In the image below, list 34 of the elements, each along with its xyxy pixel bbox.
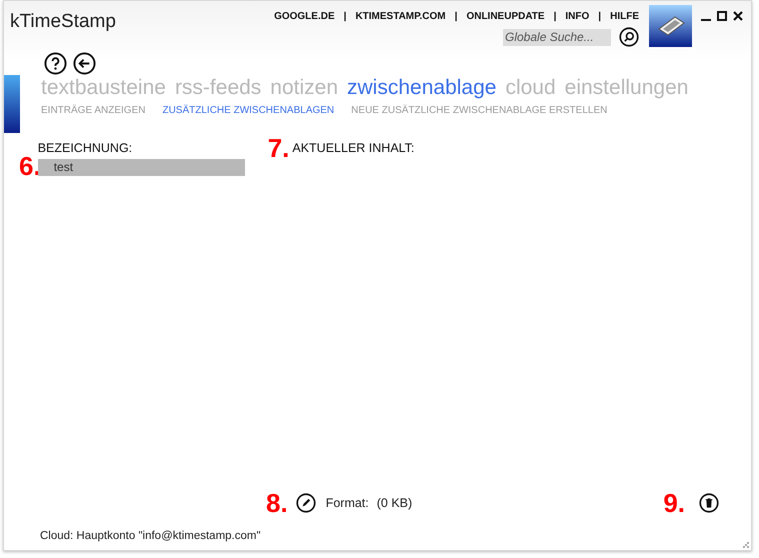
pencil-icon[interactable] (296, 493, 316, 513)
list-item[interactable]: test (38, 159, 245, 176)
header-link[interactable]: KTIMESTAMP.COM (355, 11, 446, 22)
header-link[interactable]: HILFE (610, 11, 639, 22)
search-icon[interactable] (619, 27, 639, 47)
close-icon[interactable] (733, 11, 743, 21)
header-link[interactable]: ONLINEUPDATE (466, 11, 545, 22)
maximize-icon[interactable] (717, 11, 727, 21)
sub-tab[interactable]: EINTRÄGE ANZEIGEN (41, 105, 146, 116)
search-field[interactable]: Globale Suche... (503, 28, 611, 46)
callout-number: 7. (268, 135, 290, 161)
header-link[interactable]: INFO (565, 11, 590, 22)
back-icon[interactable] (73, 52, 96, 75)
link-separator: | (344, 11, 346, 22)
window-title: kTimeStamp (10, 11, 116, 33)
sub-tab[interactable]: NEUE ZUSÄTZLICHE ZWISCHENABLAGE ERSTELLEN (351, 105, 608, 116)
status-text: Cloud: Hauptkonto "info@ktimestamp.com" (40, 530, 261, 542)
list-heading: BEZEICHNUNG: (38, 141, 134, 155)
callout-number: 8. (266, 490, 288, 516)
trash-icon[interactable] (699, 493, 719, 513)
help-icon[interactable] (44, 52, 67, 75)
link-separator: | (554, 11, 556, 22)
link-separator: | (598, 11, 602, 22)
link-separator: | (454, 11, 458, 22)
format-size: (0 KB) (376, 496, 412, 510)
nav-tab[interactable]: zwischenablage (347, 76, 496, 100)
format-label: Format: (326, 496, 369, 510)
resize-grip-icon[interactable] (742, 541, 749, 548)
header-link[interactable]: GOOGLE.DE (274, 11, 335, 22)
content-heading: AKTUELLER INHALT: (292, 141, 414, 155)
accent-bar (4, 75, 20, 133)
callout-number: 9. (663, 490, 685, 516)
tablet-logo-icon (649, 5, 692, 47)
sub-tab[interactable]: ZUSÄTZLICHE ZWISCHENABLAGEN (162, 105, 334, 116)
